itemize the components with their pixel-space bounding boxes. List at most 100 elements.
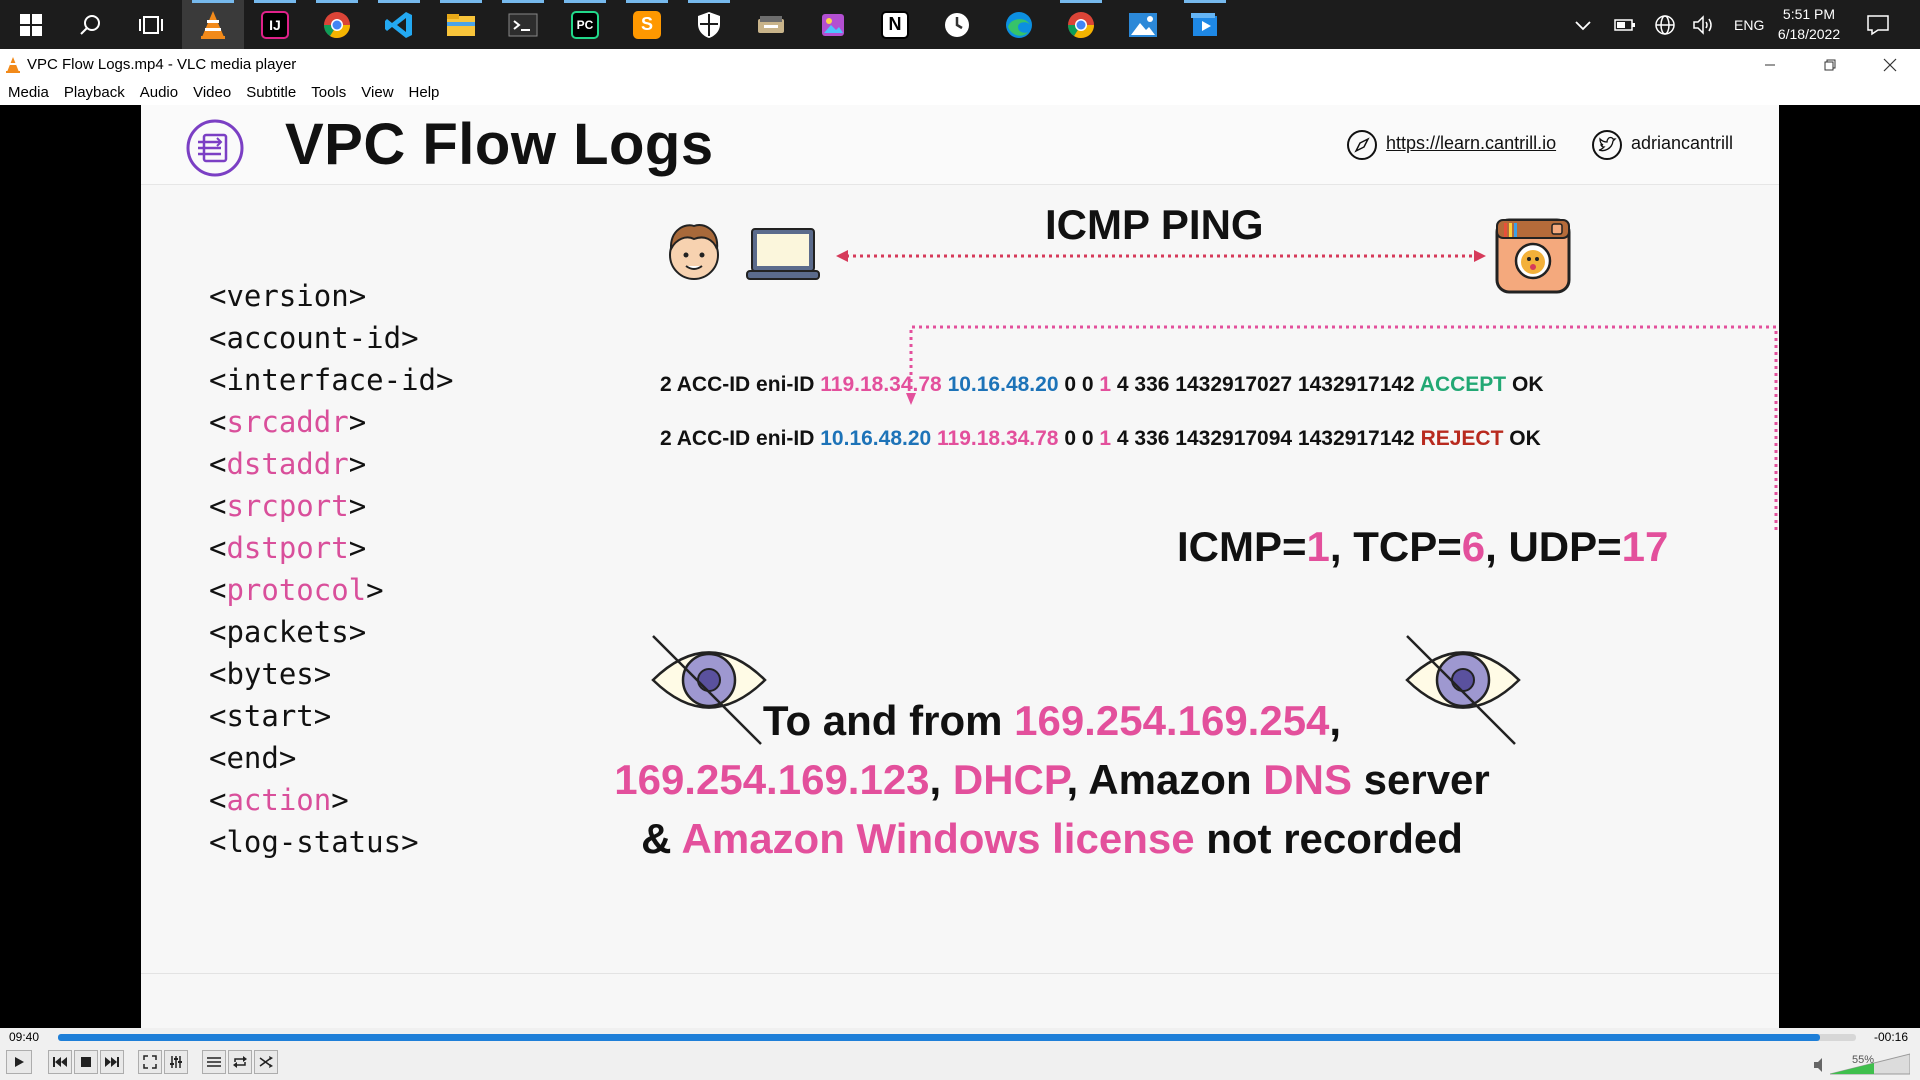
field-protocol: <protocol>	[209, 573, 384, 607]
taskbar-screen-recorder[interactable]	[1174, 0, 1236, 49]
slide-header: VPC Flow Logs https://learn.cantrill.io …	[141, 105, 1779, 185]
chevron-up-icon	[1575, 20, 1591, 30]
globe-icon	[1655, 14, 1675, 35]
photos-icon	[1129, 12, 1157, 37]
loop-icon	[233, 1056, 247, 1068]
task-view-icon	[139, 15, 163, 34]
taskbar-intellij[interactable]: IJ	[244, 0, 306, 49]
extended-settings-button[interactable]	[164, 1050, 188, 1074]
taskbar-media-app[interactable]	[802, 0, 864, 49]
taskbar-notion[interactable]: N	[864, 0, 926, 49]
volume-indicator[interactable]	[1692, 0, 1716, 49]
windows-taskbar: IJ PC S N ENG 5:51 PM 6/18/2022	[0, 0, 1920, 49]
field-dstaddr: <dstaddr>	[209, 447, 367, 481]
task-view-button[interactable]	[120, 0, 182, 49]
stop-icon	[81, 1057, 91, 1067]
menu-media[interactable]: Media	[8, 84, 49, 101]
log-srcaddr: 119.18.34.78	[820, 373, 942, 396]
vlc-title-icon	[6, 57, 20, 73]
search-icon	[80, 14, 100, 35]
flow-logs-logo-icon	[186, 119, 244, 177]
taskbar-pycharm[interactable]: PC	[554, 0, 616, 49]
notification-center-button[interactable]	[1866, 0, 1890, 49]
next-button[interactable]	[100, 1050, 124, 1074]
icmp-ping-label: ICMP PING	[1045, 201, 1264, 248]
log-action: REJECT	[1420, 427, 1504, 450]
taskbar-chrome-profile[interactable]	[306, 0, 368, 49]
seek-bar[interactable]	[58, 1034, 1856, 1041]
notebook-icon	[758, 15, 784, 33]
taskbar-edge[interactable]	[988, 0, 1050, 49]
vscode-icon	[385, 11, 412, 38]
field-action: <action>	[209, 783, 349, 817]
taskbar-clock-app[interactable]	[926, 0, 988, 49]
remaining-time[interactable]: -00:16	[1874, 1030, 1908, 1044]
menu-playback[interactable]: Playback	[64, 84, 125, 101]
network-indicator[interactable]	[1654, 0, 1676, 49]
taskbar-sublime[interactable]: S	[616, 0, 678, 49]
field-dstport: <dstport>	[209, 531, 367, 565]
fullscreen-button[interactable]	[138, 1050, 162, 1074]
taskbar-notes-app[interactable]	[740, 0, 802, 49]
skip-forward-icon	[105, 1057, 119, 1067]
battery-indicator[interactable]	[1614, 0, 1636, 49]
shield-icon	[698, 11, 720, 38]
menu-tools[interactable]: Tools	[311, 84, 346, 101]
note-line-2: 169.254.169.123, DHCP, Amazon DNS server	[614, 756, 1490, 803]
shuffle-button[interactable]	[254, 1050, 278, 1074]
start-button[interactable]	[0, 0, 62, 49]
taskbar-file-explorer[interactable]	[430, 0, 492, 49]
log-line-accept: 2 ACC-ID eni-ID 119.18.34.78 10.16.48.20…	[660, 373, 1544, 396]
speaker-icon	[1693, 14, 1712, 35]
loop-button[interactable]	[228, 1050, 252, 1074]
volume-slider[interactable]	[1830, 1053, 1910, 1075]
field-srcport: <srcport>	[209, 489, 367, 523]
taskbar-terminal[interactable]	[492, 0, 554, 49]
menu-video[interactable]: Video	[193, 84, 231, 101]
field-account-id: <account-id>	[209, 321, 419, 355]
show-hidden-icons[interactable]	[1574, 0, 1592, 49]
search-button[interactable]	[60, 0, 122, 49]
skip-back-icon	[53, 1057, 67, 1067]
taskbar-vlc[interactable]	[182, 0, 244, 49]
taskbar-vscode[interactable]	[368, 0, 430, 49]
not-recorded-note: To and from 169.254.169.254, 169.254.169…	[577, 691, 1527, 868]
terminal-icon	[508, 13, 538, 36]
log-protocol: 1	[1099, 427, 1112, 450]
previous-button[interactable]	[48, 1050, 72, 1074]
equalizer-icon	[170, 1056, 182, 1068]
clock-time: 5:51 PM	[1782, 6, 1836, 22]
notion-icon: N	[881, 10, 909, 39]
menu-subtitle[interactable]: Subtitle	[246, 84, 296, 101]
ping-arrow	[836, 250, 1486, 262]
menu-help[interactable]: Help	[409, 84, 440, 101]
input-language[interactable]: ENG	[1734, 0, 1764, 49]
shuffle-icon	[259, 1056, 273, 1068]
vlc-cone-icon	[201, 10, 225, 39]
protocol-callout-connector	[906, 325, 1778, 530]
twitter-handle: adriancantrill	[1631, 133, 1734, 153]
close-icon	[1883, 58, 1897, 71]
window-title: VPC Flow Logs.mp4 - VLC media player	[27, 56, 297, 73]
play-button[interactable]	[6, 1050, 32, 1074]
taskbar-security[interactable]	[678, 0, 740, 49]
clock-icon	[945, 12, 969, 37]
menu-view[interactable]: View	[361, 84, 393, 101]
menu-audio[interactable]: Audio	[140, 84, 178, 101]
chrome-icon-2	[1067, 11, 1095, 38]
stop-button[interactable]	[74, 1050, 98, 1074]
restore-button[interactable]	[1800, 49, 1860, 80]
laptop-icon	[746, 228, 820, 280]
close-button[interactable]	[1860, 49, 1920, 80]
log-action: ACCEPT	[1419, 373, 1507, 396]
twitter-icon	[1592, 130, 1622, 160]
minimize-button[interactable]	[1740, 49, 1800, 80]
pycharm-icon: PC	[571, 10, 599, 39]
playlist-button[interactable]	[202, 1050, 226, 1074]
taskbar-chrome[interactable]	[1050, 0, 1112, 49]
system-clock[interactable]: 5:51 PM 6/18/2022	[1764, 4, 1854, 44]
mute-speaker-icon[interactable]	[1814, 1058, 1826, 1072]
restore-icon	[1824, 59, 1836, 70]
player-controls: 09:40 -00:16 55%	[0, 1028, 1920, 1080]
taskbar-photos[interactable]	[1112, 0, 1174, 49]
